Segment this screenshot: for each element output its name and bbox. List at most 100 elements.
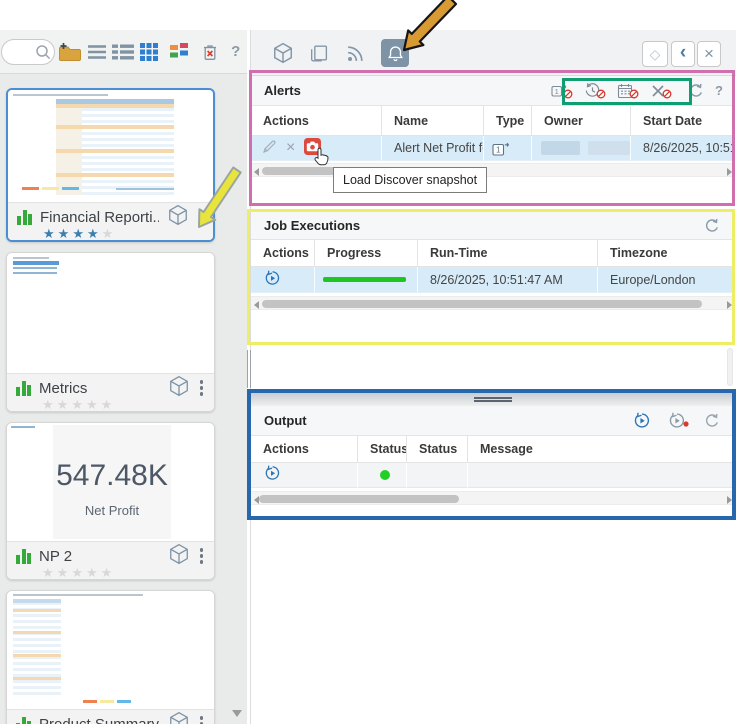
column-header[interactable]: Actions	[251, 240, 315, 267]
edit-alert-icon[interactable]	[262, 139, 277, 157]
column-header[interactable]: Owner	[532, 106, 631, 136]
job-timezone-cell: Europe/London	[598, 267, 735, 293]
output-restart-button[interactable]	[631, 410, 653, 432]
jobs-section-header: Job Executions	[251, 212, 735, 240]
jobs-table-row[interactable]: 8/26/2025, 10:51:47 AM Europe/London	[251, 267, 735, 293]
delete-alert-icon[interactable]: ×	[286, 141, 295, 155]
card-metrics[interactable]: Metrics ★★★★★	[6, 252, 215, 412]
output-table-row[interactable]	[251, 463, 735, 488]
scroll-right-arrow-icon[interactable]	[727, 168, 732, 176]
column-header[interactable]: Actions	[251, 106, 382, 136]
app-window: ?	[0, 0, 736, 724]
kpi-label: Net Profit	[53, 503, 171, 518]
bell-icon	[386, 44, 405, 63]
card-title: Financial Reporti...	[40, 209, 159, 226]
restart-icon	[633, 412, 651, 430]
alert-name-cell: Alert Net Profit fo	[382, 136, 484, 161]
repository-card-list: Financial Reporti... ★★★★★	[0, 75, 247, 724]
column-header[interactable]: Message	[468, 436, 735, 463]
alerts-section-header: Alerts 1	[251, 76, 735, 106]
column-header[interactable]: Progress	[315, 240, 418, 267]
sidebar-help-button[interactable]: ?	[224, 39, 247, 65]
alerts-bell-button[interactable]	[381, 39, 409, 67]
collapse-panel-button[interactable]: ‹	[671, 41, 695, 67]
viewsheet-chart-icon	[16, 549, 31, 564]
column-header[interactable]: Status	[358, 436, 407, 463]
scroll-right-arrow-icon[interactable]	[727, 301, 732, 309]
copies-button[interactable]	[306, 41, 330, 65]
jobs-horizontal-scrollbar[interactable]	[251, 296, 735, 310]
card-footer: NP 2 ★★★★★	[7, 541, 214, 579]
schedule-disabled-button[interactable]	[614, 80, 636, 102]
output-horizontal-scrollbar[interactable]	[251, 491, 735, 505]
card-more-menu[interactable]	[198, 378, 206, 398]
scrollbar-thumb[interactable]	[259, 495, 459, 503]
alert-start-date-cell: 8/26/2025, 10:51:47 AM	[631, 136, 735, 161]
refresh-icon	[688, 83, 704, 99]
jobs-refresh-button[interactable]	[701, 215, 723, 237]
output-splitter-bar[interactable]	[251, 393, 735, 406]
card-footer: Product Summary	[7, 709, 214, 724]
jobs-title: Job Executions	[264, 218, 360, 233]
alerts-refresh-button[interactable]	[685, 80, 707, 102]
prohibited-overlay-icon	[662, 86, 672, 104]
output-table-header: Actions Status Status Message	[251, 436, 735, 463]
output-title: Output	[264, 413, 307, 428]
run-now-disabled-button[interactable]: 1	[548, 80, 570, 102]
output-refresh-button[interactable]	[701, 410, 723, 432]
column-header[interactable]: Status	[407, 436, 468, 463]
splitter-grip[interactable]	[474, 397, 512, 402]
output-message-cell	[468, 463, 735, 488]
retry-disabled-button[interactable]	[581, 80, 603, 102]
column-header[interactable]: Run-Time	[418, 240, 598, 267]
feed-button[interactable]	[343, 41, 367, 65]
viewsheet-chart-icon	[16, 381, 31, 396]
close-panel-button[interactable]: ×	[697, 41, 721, 67]
card-title: NP 2	[39, 548, 160, 565]
recycle-bin-button[interactable]	[198, 39, 221, 65]
svg-text:1: 1	[496, 145, 501, 154]
scroll-left-arrow-icon[interactable]	[254, 301, 259, 309]
viewsheet-chart-icon	[17, 210, 32, 225]
output-restart-failed-button[interactable]	[666, 410, 688, 432]
output-status2-cell	[407, 463, 468, 488]
viewsheet-cube-button[interactable]	[271, 41, 295, 65]
kpi-value: 547.48K	[53, 459, 171, 493]
prohibited-overlay-icon	[596, 86, 606, 104]
cancel-disabled-button[interactable]	[647, 80, 669, 102]
column-header[interactable]: Name	[382, 106, 484, 136]
card-more-menu[interactable]	[198, 714, 206, 724]
column-header[interactable]: Type	[484, 106, 532, 136]
prohibited-overlay-icon	[629, 86, 639, 104]
sidebar-scroll-down-arrow[interactable]	[232, 710, 242, 717]
alert-owner-cell	[532, 136, 631, 161]
scrollbar-thumb[interactable]	[262, 300, 702, 308]
viewsheet-chart-icon	[16, 717, 31, 724]
card-product-summary[interactable]: Product Summary	[6, 590, 215, 724]
alerts-help-button[interactable]: ?	[715, 83, 723, 98]
tile-view-icon	[170, 43, 189, 60]
list-view-button[interactable]	[86, 39, 109, 65]
card-more-menu[interactable]	[198, 546, 206, 566]
card-financial-reporting[interactable]: Financial Reporti... ★★★★★	[6, 88, 215, 242]
panel-vertical-splitter[interactable]	[247, 350, 251, 388]
scroll-right-arrow-icon[interactable]	[727, 496, 732, 504]
jobs-table-header: Actions Progress Run-Time Timezone	[251, 240, 735, 267]
restart-output-icon[interactable]	[264, 465, 281, 485]
tile-view-button[interactable]	[168, 39, 191, 65]
job-runtime-cell: 8/26/2025, 10:51:47 AM	[418, 267, 598, 293]
panel-vertical-scrollbar[interactable]	[727, 348, 733, 386]
detail-view-button[interactable]	[112, 39, 135, 65]
new-folder-button[interactable]	[58, 39, 82, 65]
scroll-left-arrow-icon[interactable]	[254, 168, 259, 176]
grid-view-button[interactable]	[138, 39, 161, 65]
column-header[interactable]: Start Date	[631, 106, 735, 136]
alert-type-cell: 1	[484, 136, 532, 161]
restart-job-icon[interactable]	[264, 270, 281, 290]
column-header[interactable]: Actions	[251, 436, 358, 463]
cube-icon	[167, 204, 189, 231]
card-more-menu[interactable]	[197, 207, 205, 227]
pin-panel-button[interactable]: ◇	[642, 41, 668, 67]
column-header[interactable]: Timezone	[598, 240, 735, 267]
card-np2[interactable]: 547.48K Net Profit NP 2 ★★★★★	[6, 422, 215, 580]
